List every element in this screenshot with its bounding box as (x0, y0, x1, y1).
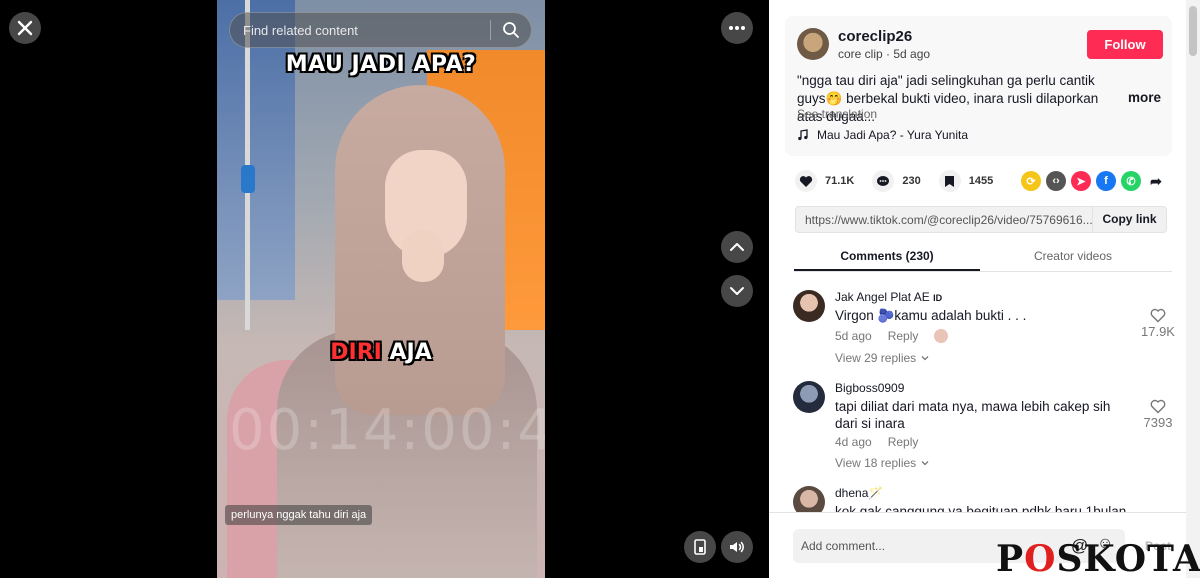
like-count: 71.1K (825, 175, 855, 187)
share-link-box: https://www.tiktok.com/@coreclip26/video… (795, 206, 1167, 233)
commenter-name[interactable]: Bigboss0909 (835, 381, 904, 395)
speaker-icon (730, 541, 744, 553)
chevron-up-icon (730, 243, 744, 251)
author-meta: core clip · 5d ago (838, 47, 931, 61)
video-person-hand (402, 230, 444, 282)
comment-text: tapi diliat dari mata nya, mawa lebih ca… (835, 399, 1111, 431)
creator-liked-avatar (934, 329, 949, 343)
commenter-avatar[interactable] (793, 290, 825, 322)
music-note-icon (798, 129, 808, 141)
heart-outline-icon (1150, 399, 1166, 414)
chevron-down-icon (921, 461, 929, 466)
comment-meta: 5d ago Reply (835, 329, 949, 343)
comment-like-button[interactable]: 17.9K (1133, 308, 1183, 339)
search-bar[interactable]: Find related content (229, 12, 532, 48)
comment-like-count: 17.9K (1141, 324, 1175, 339)
watermark-text: SKOTA (1056, 538, 1200, 578)
comment-count: 230 (902, 175, 921, 187)
view-replies-text: View 29 replies (835, 351, 917, 365)
comment-action[interactable]: 230 (872, 170, 921, 192)
comment-like-button[interactable]: 7393 (1133, 399, 1183, 430)
video-stage: MAU JADI APA? DIRI AJA 00:14:00:45 perlu… (0, 0, 769, 578)
close-button[interactable] (9, 12, 41, 44)
id-badge: ID (933, 293, 943, 303)
repost-icon[interactable]: ⟳ (1021, 171, 1041, 191)
author-avatar[interactable] (797, 28, 829, 60)
facebook-icon[interactable]: f (1096, 171, 1116, 191)
like-action[interactable]: 71.1K (795, 170, 854, 192)
tab-creator-videos[interactable]: Creator videos (980, 242, 1166, 271)
chevron-down-icon (921, 356, 929, 361)
comment-item: Jak Angel Plat AE ID Virgon 🫐kamu adalah… (793, 290, 1183, 370)
video-player[interactable]: MAU JADI APA? DIRI AJA 00:14:00:45 perlu… (217, 0, 545, 578)
whatsapp-icon[interactable]: ✆ (1121, 171, 1141, 191)
comment-time: 4d ago (835, 435, 872, 449)
reply-button[interactable]: Reply (888, 435, 919, 449)
view-replies-text: View 18 replies (835, 456, 917, 470)
save-count: 1455 (968, 175, 994, 187)
tab-comments[interactable]: Comments (230) (794, 242, 980, 271)
post-info-card: coreclip26 core clip · 5d ago Follow "ng… (785, 16, 1172, 156)
more-button[interactable]: more (1128, 90, 1161, 105)
action-bar: 71.1K 230 1455 (795, 170, 1011, 192)
panel-scrollbar[interactable] (1186, 0, 1200, 578)
comment-like-count: 7393 (1143, 415, 1173, 430)
reply-button[interactable]: Reply (888, 329, 919, 343)
commenter-name[interactable]: Jak Angel Plat AE ID (835, 290, 942, 304)
send-to-friends-icon[interactable]: ➤ (1071, 171, 1091, 191)
watermark-letter-accent: O (1024, 538, 1057, 578)
panel-tabs: Comments (230) Creator videos (794, 242, 1172, 272)
comment-item: Bigboss0909 tapi diliat dari mata nya, m… (793, 381, 1183, 471)
commenter-name[interactable]: dhena🪄 (835, 486, 883, 500)
ellipsis-icon (729, 26, 745, 30)
video-pole-clip (241, 165, 255, 193)
save-action[interactable]: 1455 (938, 170, 994, 192)
share-options: ⟳ ‹› ➤ f ✆ ➦ (1021, 171, 1166, 191)
close-icon (17, 20, 33, 36)
music-title: Mau Jadi Apa? - Yura Yunita (817, 128, 969, 142)
view-replies-button[interactable]: View 18 replies (835, 456, 930, 470)
volume-button[interactable] (721, 531, 753, 563)
bookmark-icon (938, 170, 961, 192)
heart-icon (795, 170, 817, 192)
comment-icon (872, 170, 895, 192)
scrollbar-thumb[interactable] (1189, 6, 1197, 56)
subtitle-word-red: DIRI (330, 340, 382, 365)
author-nickname: core clip (838, 47, 883, 61)
view-replies-button[interactable]: View 29 replies (835, 351, 930, 365)
comment-time: 5d ago (835, 329, 872, 343)
subtitle-word-white: AJA (389, 340, 432, 365)
commenter-avatar[interactable] (793, 381, 825, 413)
share-arrow-icon[interactable]: ➦ (1146, 171, 1166, 191)
copy-link-button[interactable]: Copy link (1092, 207, 1166, 232)
share-link-url[interactable]: https://www.tiktok.com/@coreclip26/video… (796, 213, 1092, 227)
details-panel: coreclip26 core clip · 5d ago Follow "ng… (769, 0, 1200, 578)
video-subtitle-top: MAU JADI APA? (285, 52, 477, 77)
post-date: 5d ago (893, 47, 931, 61)
music-link[interactable]: Mau Jadi Apa? - Yura Yunita (797, 128, 968, 142)
embed-icon[interactable]: ‹› (1046, 171, 1066, 191)
heart-outline-icon (1150, 308, 1166, 323)
floating-player-button[interactable] (684, 531, 716, 563)
previous-video-button[interactable] (721, 231, 753, 263)
comment-text: Virgon 🫐kamu adalah bukti . . . (835, 308, 1027, 323)
search-input[interactable]: Find related content (230, 23, 490, 38)
floating-player-icon (694, 539, 706, 555)
video-caption: perlunya nggak tahu diri aja (225, 505, 373, 525)
see-translation-link[interactable]: See translation (797, 107, 877, 121)
author-username[interactable]: coreclip26 (838, 28, 912, 45)
search-button[interactable] (491, 12, 531, 48)
watermark-letter: P (996, 538, 1025, 578)
video-subtitle-middle: DIRI AJA (217, 340, 545, 365)
follow-button[interactable]: Follow (1087, 30, 1163, 59)
commenter-name-text: Jak Angel Plat AE (835, 290, 930, 304)
comment-meta: 4d ago Reply (835, 435, 918, 449)
search-icon (503, 22, 519, 38)
next-video-button[interactable] (721, 275, 753, 307)
poskota-watermark-logo: POSKOTA (996, 540, 1200, 578)
more-options-button[interactable] (721, 12, 753, 44)
chevron-down-icon (730, 287, 744, 295)
video-timecode-overlay: 00:14:00:45 (229, 398, 545, 463)
